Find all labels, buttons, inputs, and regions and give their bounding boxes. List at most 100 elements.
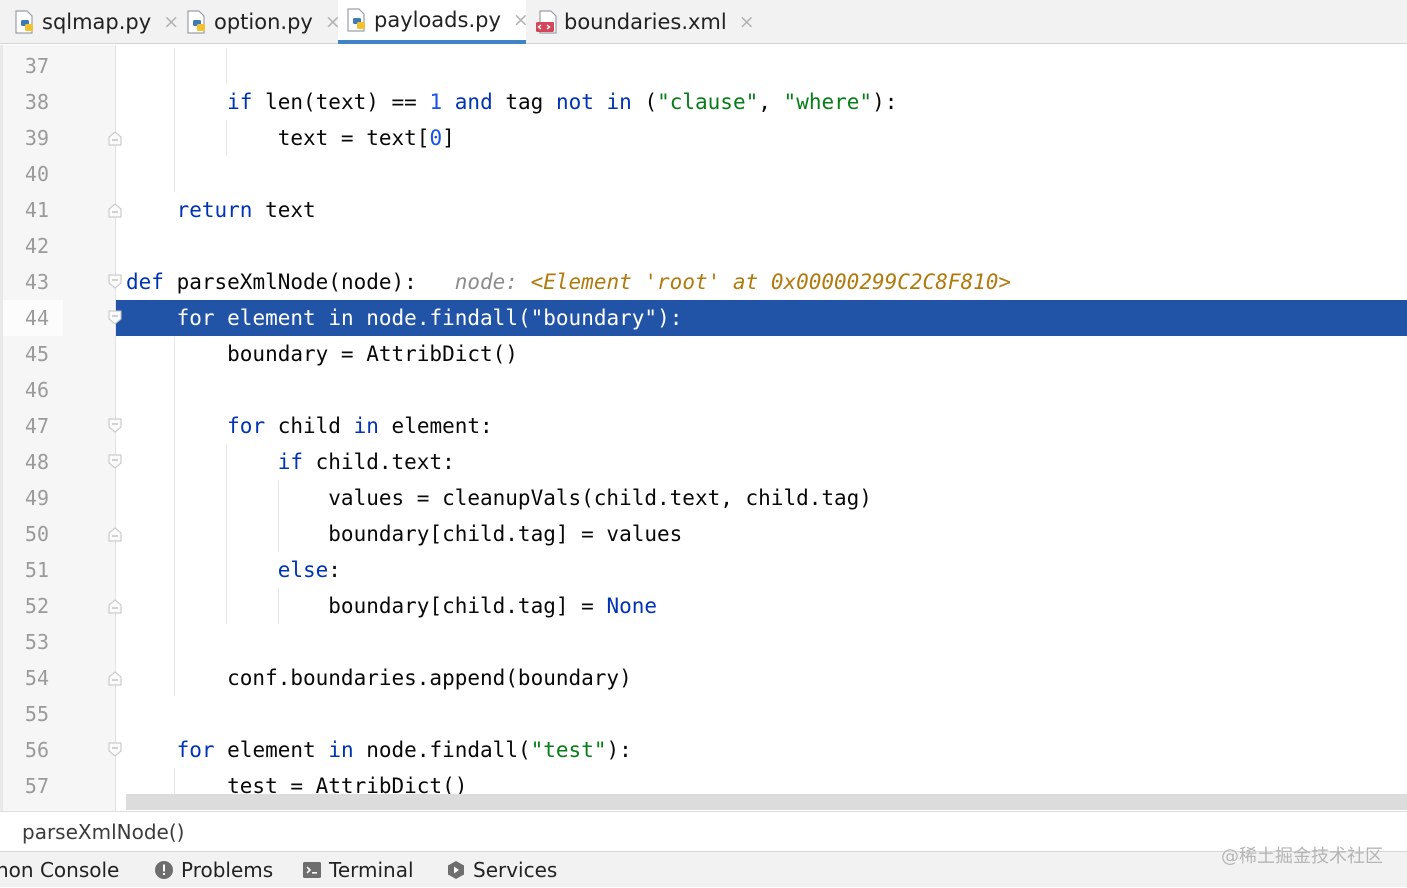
line-number: 47 — [24, 414, 49, 438]
tab-payloads[interactable]: payloads.py × — [338, 0, 529, 44]
line-number: 45 — [24, 342, 49, 366]
code-text: boundary[child.tag] = None — [126, 594, 658, 618]
breadcrumb-item[interactable]: parseXmlNode() — [22, 812, 184, 852]
code-text: if child.text: — [277, 450, 455, 474]
code-line[interactable]: 54 conf.boundaries.append(boundary) — [0, 660, 1407, 696]
fold-start-icon[interactable] — [108, 454, 122, 470]
code-text: conf.boundaries.append(boundary) — [126, 666, 632, 690]
tool-window-label: Services — [473, 858, 558, 882]
line-number: 50 — [24, 522, 49, 546]
code-line[interactable]: 52 boundary[child.tag] = None — [0, 588, 1407, 624]
code-text: return text — [176, 198, 316, 222]
tab-label: sqlmap.py — [42, 10, 152, 34]
tab-sqlmap[interactable]: sqlmap.py × — [10, 0, 179, 44]
line-number: 51 — [24, 558, 49, 582]
line-number: 55 — [24, 702, 49, 726]
fold-start-icon[interactable] — [108, 742, 122, 758]
watermark-text: @稀土掘金技术社区 — [1221, 846, 1383, 867]
code-editor[interactable]: 37 38 if len(text) == 1 and tag not in (… — [0, 45, 1407, 811]
breadcrumb: parseXmlNode() — [0, 811, 1407, 851]
tab-label: option.py — [214, 10, 313, 34]
tool-window-label: Problems — [181, 858, 274, 882]
line-number: 41 — [24, 198, 49, 222]
line-number: 48 — [24, 450, 49, 474]
code-text: else: — [277, 558, 341, 582]
tab-boundaries[interactable]: boundaries.xml × — [532, 0, 755, 44]
indent-guide — [226, 48, 227, 84]
fold-end-icon[interactable] — [108, 598, 122, 614]
code-line[interactable]: 42 — [0, 228, 1407, 264]
indent-guide — [174, 156, 175, 192]
line-number: 52 — [24, 594, 49, 618]
line-number: 37 — [24, 54, 49, 78]
tool-window-python-console[interactable]: hon Console — [0, 852, 119, 888]
services-icon — [448, 861, 464, 879]
python-file-icon — [187, 10, 205, 34]
line-number: 39 — [24, 126, 49, 150]
code-line[interactable]: 47 for child in element: — [0, 408, 1407, 444]
code-text: values = cleanupVals(child.text, child.t… — [126, 486, 872, 510]
code-text: def parseXmlNode(node): node: <Element '… — [126, 270, 1012, 294]
code-line[interactable]: 45 boundary = AttribDict() — [0, 336, 1407, 372]
fold-start-icon[interactable] — [108, 310, 122, 326]
code-line[interactable]: 56 for element in node.findall("test"): — [0, 732, 1407, 768]
code-line[interactable]: 46 — [0, 372, 1407, 408]
terminal-icon — [303, 862, 321, 878]
code-line[interactable]: 53 — [0, 624, 1407, 660]
close-icon[interactable]: × — [513, 10, 529, 30]
indent-guide — [174, 48, 175, 84]
python-file-icon — [347, 8, 365, 32]
line-number: 54 — [24, 666, 49, 690]
code-text: boundary = AttribDict() — [126, 342, 518, 366]
fold-start-icon[interactable] — [108, 418, 122, 434]
line-number: 49 — [24, 486, 49, 510]
info-circle-icon — [155, 861, 173, 879]
tab-label: boundaries.xml — [564, 10, 727, 34]
inlay-hint-label: node: — [454, 270, 518, 294]
code-line[interactable]: 48 if child.text: — [0, 444, 1407, 480]
line-number: 57 — [24, 774, 49, 798]
editor-tab-bar: sqlmap.py × option.py × payloads.py × bo… — [0, 0, 1407, 44]
tool-window-problems[interactable]: Problems — [154, 852, 273, 888]
code-text: if len(text) == 1 and tag not in ("claus… — [227, 90, 898, 114]
line-number: 40 — [24, 162, 49, 186]
code-line[interactable]: 40 — [0, 156, 1407, 192]
fold-end-icon[interactable] — [108, 526, 122, 542]
line-number: 46 — [24, 378, 49, 402]
code-text: for element in node.findall("test"): — [176, 738, 632, 762]
xml-file-icon — [536, 10, 557, 34]
indent-guide — [174, 372, 175, 408]
tool-window-services[interactable]: Services — [446, 852, 557, 888]
code-line[interactable]: 38 if len(text) == 1 and tag not in ("cl… — [0, 84, 1407, 120]
code-text: for child in element: — [227, 414, 493, 438]
close-icon[interactable]: × — [739, 12, 755, 32]
code-line[interactable]: 43 def parseXmlNode(node): node: <Elemen… — [0, 264, 1407, 300]
tab-label: payloads.py — [374, 8, 501, 32]
fold-end-icon[interactable] — [108, 130, 122, 146]
indent-guide — [174, 624, 175, 660]
line-number: 38 — [24, 90, 49, 114]
code-line[interactable]: 41 return text — [0, 192, 1407, 228]
fold-end-icon[interactable] — [108, 202, 122, 218]
line-number: 56 — [24, 738, 49, 762]
line-number: 43 — [24, 270, 49, 294]
code-line[interactable]: 49 values = cleanupVals(child.text, chil… — [0, 480, 1407, 516]
code-text: for element in node.findall("boundary"): — [176, 306, 683, 330]
code-line[interactable]: 50 boundary[child.tag] = values — [0, 516, 1407, 552]
code-line-selected[interactable]: 44 for element in node.findall("boundary… — [0, 300, 1407, 336]
code-line[interactable]: 37 — [0, 48, 1407, 84]
code-text: text = text[0] — [126, 126, 455, 150]
line-number: 53 — [24, 630, 49, 654]
code-line[interactable]: 39 text = text[0] — [0, 120, 1407, 156]
fold-end-icon[interactable] — [108, 670, 122, 686]
code-line[interactable]: 55 — [0, 696, 1407, 732]
close-icon[interactable]: × — [163, 12, 179, 32]
horizontal-scrollbar[interactable] — [126, 794, 1407, 810]
code-line[interactable]: 51 else: — [0, 552, 1407, 588]
fold-start-icon[interactable] — [108, 274, 122, 290]
tool-window-label: Terminal — [329, 858, 414, 882]
tool-window-terminal[interactable]: Terminal — [302, 852, 414, 888]
inlay-hint-value: <Element 'root' at 0x00000299C2C8F810> — [530, 270, 1012, 294]
tool-window-label: hon Console — [0, 858, 120, 882]
tab-option[interactable]: option.py × — [182, 0, 341, 44]
